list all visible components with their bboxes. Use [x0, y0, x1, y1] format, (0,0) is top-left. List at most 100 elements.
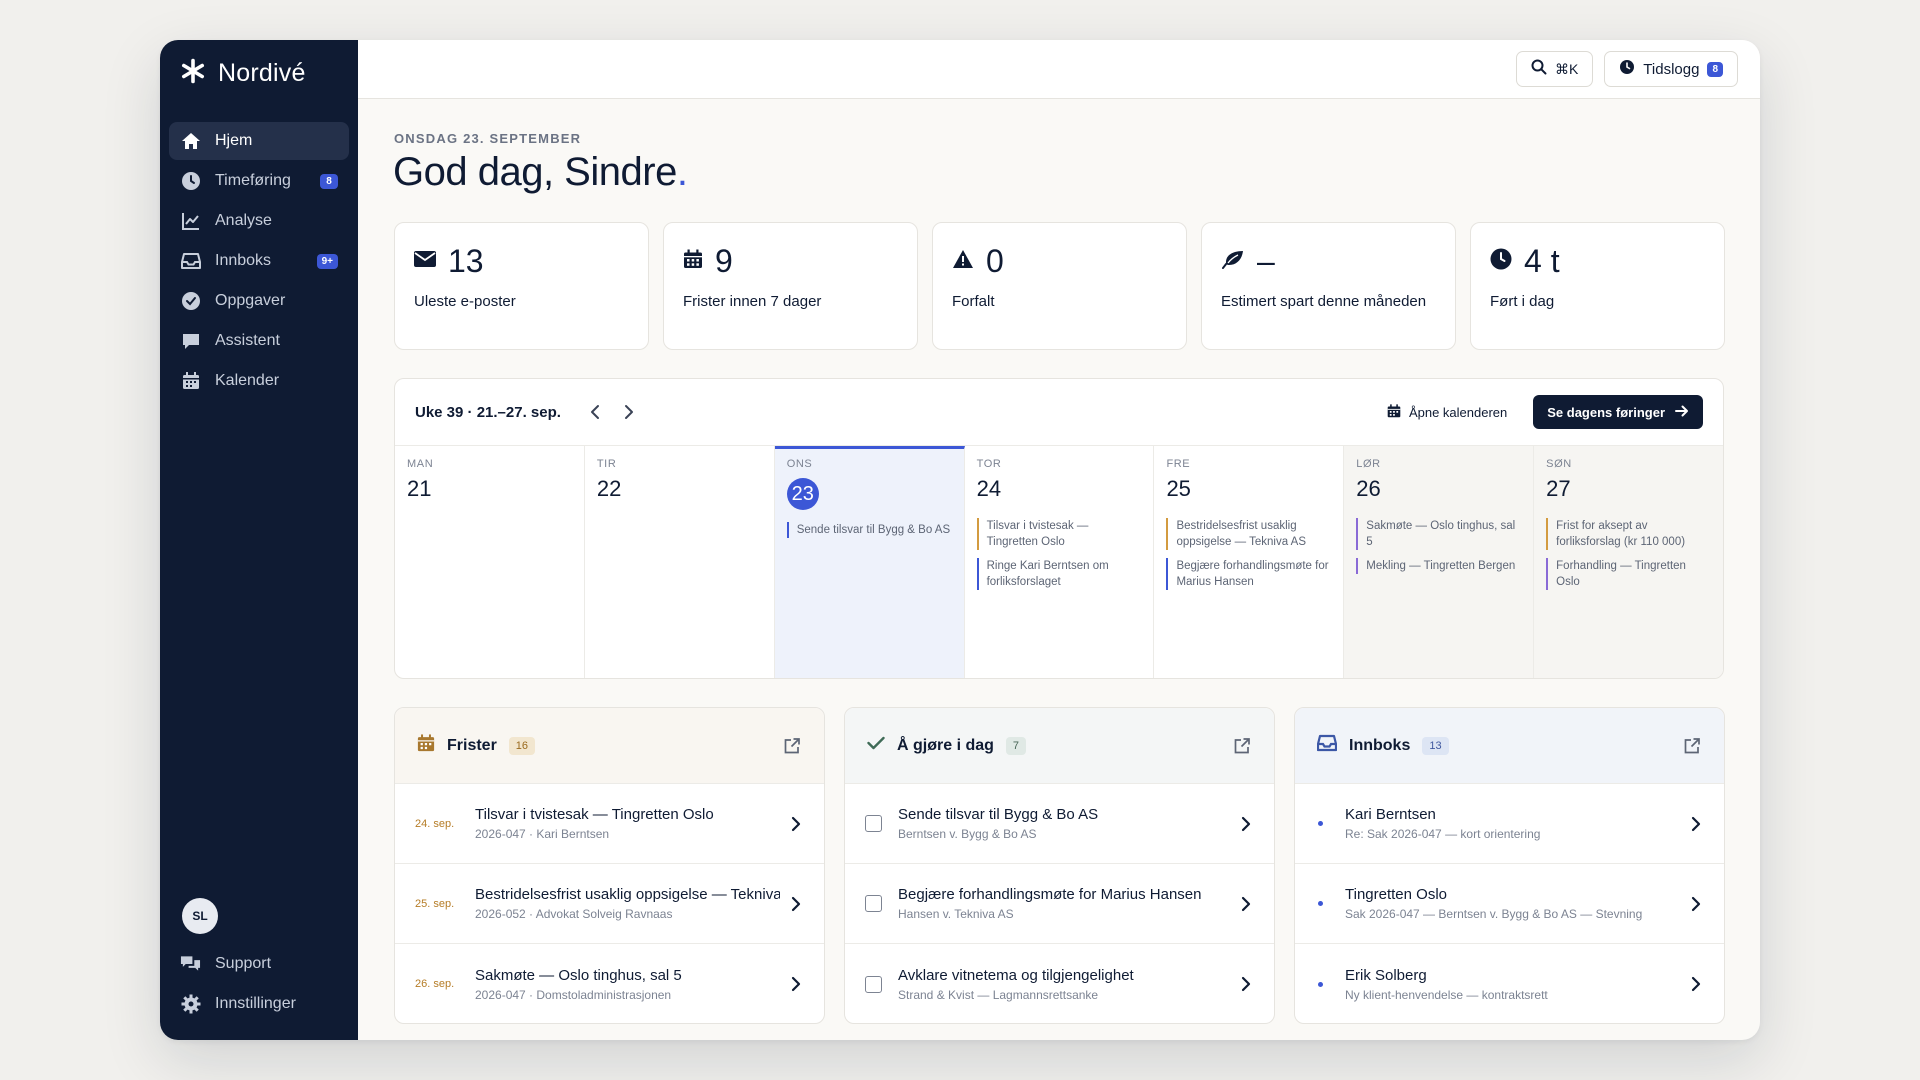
- external-link-icon[interactable]: [1232, 736, 1252, 756]
- sidebar-nav: Hjem Timeføring 8 Analyse Innboks 9+ Opp…: [169, 122, 349, 402]
- calendar-event[interactable]: Ringe Kari Berntsen om forliksforslaget: [976, 558, 1142, 590]
- day-column-today[interactable]: ONS 23 Sende tilsvar til Bygg & Bo AS: [774, 446, 965, 678]
- chart-icon: [180, 211, 201, 232]
- task-row[interactable]: Sende tilsvar til Bygg & Bo AS Berntsen v…: [845, 784, 1274, 864]
- day-abbr: FRE: [1166, 458, 1191, 470]
- brand-name: Nordivé: [218, 59, 306, 87]
- badge: 9+: [316, 253, 338, 269]
- calendar-event[interactable]: Sakmøte — Oslo tinghus, sal 5: [1356, 518, 1521, 550]
- timelog-button[interactable]: Tidslogg 8: [1604, 51, 1738, 87]
- unread-dot: [1318, 981, 1323, 987]
- panels: Frister 16 24. sep. Tilsvar i tvistesak …: [394, 707, 1725, 1024]
- sidebar-item-kalender[interactable]: Kalender: [169, 362, 349, 400]
- day-abbr: ONS: [786, 458, 813, 470]
- task-checkbox[interactable]: [865, 975, 882, 993]
- row-title: Erik Solberg: [1345, 966, 1427, 984]
- sidebar-item-assistent[interactable]: Assistent: [169, 322, 349, 360]
- day-number: 23: [786, 478, 819, 510]
- task-row[interactable]: Begjære forhandlingsmøte for Marius Hans…: [845, 864, 1274, 944]
- day-column[interactable]: LØR 26 Sakmøte — Oslo tinghus, sal 5 Mek…: [1344, 446, 1535, 678]
- chevron-right-icon: [1688, 896, 1704, 912]
- day-column[interactable]: MAN 21: [395, 446, 585, 678]
- search-button[interactable]: ⌘K: [1515, 51, 1594, 87]
- task-row[interactable]: Avklare vitnetema og tilgjengelighet Stra…: [845, 944, 1274, 1023]
- row-title: Kari Berntsen: [1345, 806, 1436, 823]
- calendar-event[interactable]: Frist for aksept av forliksforslag (kr 1…: [1546, 518, 1711, 550]
- calendar-icon: [417, 734, 435, 757]
- stat-card-deadlines[interactable]: 9 Frister innen 7 dager: [663, 222, 918, 350]
- stat-card-unread[interactable]: 13 Uleste e-poster: [394, 222, 649, 350]
- stat-value: 13: [448, 242, 484, 279]
- day-abbr: TIR: [596, 458, 617, 470]
- sidebar-item-innboks[interactable]: Innboks 9+: [169, 242, 349, 280]
- date-line: ONSDAG 23. SEPTEMBER: [394, 131, 582, 146]
- open-calendar-link[interactable]: Åpne kalenderen: [1387, 403, 1508, 421]
- stat-cards: 13 Uleste e-poster 9 Frister innen 7 dag…: [394, 222, 1725, 350]
- message-row[interactable]: Kari Berntsen Re: Sak 2026-047 — kort ori…: [1295, 784, 1724, 864]
- sidebar-item-label: Assistent: [215, 332, 280, 349]
- stat-card-logged[interactable]: 4 t Ført i dag: [1470, 222, 1725, 350]
- row-subtitle: Sak 2026-047 — Berntsen v. Bygg & Bo AS …: [1345, 907, 1643, 921]
- row-subtitle: 2026-052 · Advokat Solveig Ravnaas: [475, 907, 673, 921]
- todo-panel: Å gjøre i dag 7 Sende tilsvar til Bygg &…: [844, 707, 1275, 1024]
- row-subtitle: Re: Sak 2026-047 — kort orientering: [1345, 827, 1541, 841]
- arrow-right-icon: [1675, 405, 1689, 420]
- task-checkbox[interactable]: [865, 895, 882, 912]
- chevron-right-icon: [1238, 896, 1254, 912]
- calendar-event[interactable]: Forhandling — Tingretten Oslo: [1546, 558, 1711, 590]
- panel-header: Frister 16: [395, 708, 824, 784]
- sidebar-item-support[interactable]: Support: [169, 945, 349, 983]
- calendar-event[interactable]: Begjære forhandlingsmøte for Marius Hans…: [1166, 558, 1331, 590]
- deadline-row[interactable]: 25. sep. Bestridelsesfrist usaklig oppsi…: [395, 864, 824, 944]
- open-calendar-label: Åpne kalenderen: [1408, 404, 1508, 420]
- row-title: Bestridelsesfrist usaklig oppsigelse — T…: [475, 886, 780, 903]
- row-subtitle: 2026-047 · Kari Berntsen: [475, 827, 610, 841]
- calendar-event[interactable]: Tilsvar i tvistesak — Tingretten Oslo: [976, 518, 1142, 550]
- day-column[interactable]: FRE 25 Bestridelsesfrist usaklig oppsige…: [1154, 446, 1345, 678]
- deadline-row[interactable]: 26. sep. Sakmøte — Oslo tinghus, sal 5 20…: [395, 944, 824, 1023]
- sidebar-item-analyse[interactable]: Analyse: [169, 202, 349, 240]
- sidebar-item-timeforing[interactable]: Timeføring 8: [169, 162, 349, 200]
- external-link-icon[interactable]: [782, 736, 802, 756]
- chevron-right-icon: [1688, 976, 1704, 992]
- sidebar-item-hjem[interactable]: Hjem: [169, 122, 349, 160]
- day-abbr: LØR: [1356, 458, 1381, 470]
- message-row[interactable]: Tingretten Oslo Sak 2026-047 — Berntsen v…: [1295, 864, 1724, 944]
- timelog-label: Tidslogg: [1643, 60, 1700, 78]
- count-badge: 7: [1005, 736, 1027, 755]
- see-todays-entries-button[interactable]: Se dagens føringer: [1533, 395, 1703, 429]
- sidebar-item-label: Timeføring: [215, 172, 291, 189]
- row-date: 24. sep.: [415, 817, 455, 830]
- avatar[interactable]: SL: [182, 898, 218, 934]
- sidebar-item-oppgaver[interactable]: Oppgaver: [169, 282, 349, 320]
- day-column[interactable]: TIR 22: [585, 446, 775, 678]
- brand[interactable]: Nordivé: [180, 58, 306, 89]
- day-column[interactable]: TOR 24 Tilsvar i tvistesak — Tingretten …: [965, 446, 1155, 678]
- chevron-right-icon: [1238, 976, 1254, 992]
- app-window: Nordivé Hjem Timeføring 8 Analyse Innbok…: [160, 40, 1760, 1040]
- count-badge: 13: [1422, 736, 1449, 755]
- calendar-event[interactable]: Mekling — Tingretten Bergen: [1356, 558, 1521, 574]
- sidebar: Nordivé Hjem Timeføring 8 Analyse Innbok…: [160, 40, 358, 1040]
- calendar-event[interactable]: Sende tilsvar til Bygg & Bo AS: [786, 522, 952, 538]
- day-column[interactable]: SØN 27 Frist for aksept av forliksforsla…: [1534, 446, 1723, 678]
- unread-dot: [1318, 901, 1323, 906]
- task-checkbox[interactable]: [865, 815, 882, 832]
- stat-label: Uleste e-poster: [414, 293, 516, 310]
- next-week-button[interactable]: [619, 402, 639, 422]
- deadline-row[interactable]: 24. sep. Tilsvar i tvistesak — Tingrette…: [395, 784, 824, 864]
- stat-card-savings[interactable]: – Estimert spart denne måneden: [1201, 222, 1456, 350]
- panel-header: Å gjøre i dag 7: [845, 708, 1274, 784]
- day-number: 26: [1356, 476, 1381, 501]
- day-number: 24: [976, 476, 1002, 501]
- sidebar-item-innstillinger[interactable]: Innstillinger: [169, 985, 349, 1023]
- message-row[interactable]: Erik Solberg Ny klient-henvendelse — kont…: [1295, 944, 1724, 1023]
- day-abbr: TOR: [976, 458, 1002, 470]
- external-link-icon[interactable]: [1682, 736, 1702, 756]
- count-badge: 16: [508, 736, 536, 755]
- prev-week-button[interactable]: [585, 402, 605, 422]
- row-date: 25. sep.: [415, 897, 455, 910]
- stat-card-overdue[interactable]: 0 Forfalt: [932, 222, 1187, 350]
- chat-icon: [180, 331, 201, 352]
- calendar-event[interactable]: Bestridelsesfrist usaklig oppsigelse — T…: [1166, 518, 1331, 550]
